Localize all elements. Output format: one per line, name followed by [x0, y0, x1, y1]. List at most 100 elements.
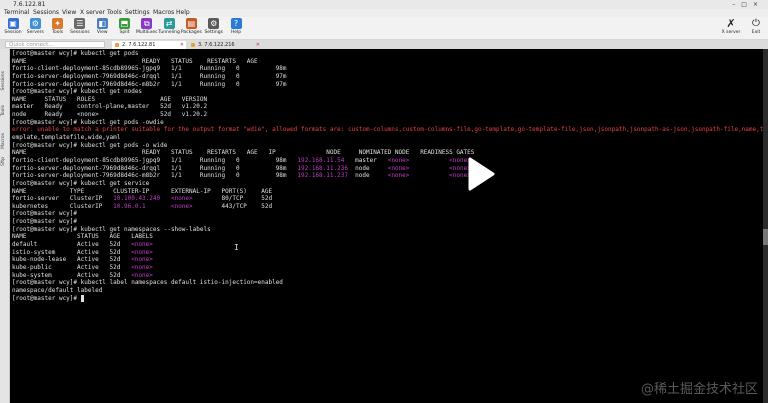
terminal-text: fortio-server-deployment-7969d8d46c-drqq…	[12, 164, 298, 172]
terminal-line: emplate,templatefile,wide,yaml	[12, 134, 763, 142]
exit-button[interactable]: ⏻ Exit	[748, 18, 764, 35]
terminal-icon	[115, 43, 119, 47]
tunneling-icon: ⇄	[163, 18, 175, 29]
multiexec-icon: ⧉	[141, 18, 153, 29]
terminal-line: NAME STATUS ROLES AGE VERSION	[12, 96, 763, 104]
terminal-text: 10.96.0.1	[113, 202, 146, 210]
terminal-line: kubernetes ClusterIP 10.96.0.1 <none> 44…	[12, 203, 763, 211]
terminal-text: <none>	[387, 172, 410, 180]
terminal-line: kube-node-lease Active 52d <none>	[12, 256, 763, 264]
terminal-cursor	[80, 294, 85, 302]
terminal-line: fortio-server ClusterIP 10.100.43.240 <n…	[12, 195, 763, 203]
terminal-text: kube-system Active 52d	[12, 271, 132, 279]
terminal-text: [root@master wcy]# kubectl get pods -owd…	[12, 118, 164, 126]
terminal-text: node	[347, 172, 388, 180]
sidebar-tab-tools[interactable]: Tools	[1, 105, 6, 116]
terminal-text: namespace/default labeled	[12, 286, 103, 294]
terminal-line: [root@master wcy]#	[12, 294, 763, 303]
menu-item-settings[interactable]: Settings	[125, 9, 150, 17]
terminal-line: fortio-server-deployment-7969d8d46c-drqq…	[12, 165, 763, 173]
terminal-line: NAME TYPE CLUSTER-IP EXTERNAL-IP PORT(S)…	[12, 188, 763, 196]
scrollbar-thumb[interactable]	[763, 229, 768, 245]
terminal-icon	[191, 43, 195, 47]
exit-label: Exit	[751, 30, 761, 35]
terminal-text: [root@master wcy]#	[12, 294, 81, 302]
terminal-text: kube-node-lease Active 52d	[12, 256, 132, 264]
terminal-text: NAME STATUS ROLES AGE VERSION	[12, 95, 208, 103]
terminal-line: [root@master wcy]# kubectl get service	[12, 180, 763, 188]
terminal-text: 192.168.11.54	[297, 156, 345, 164]
sidebar-tab-macros[interactable]: Macros	[1, 133, 6, 149]
terminal-line: [root@master wcy]#	[12, 218, 763, 226]
terminal-text: 192.168.11.237	[297, 172, 348, 180]
terminal-text: fortio-server ClusterIP	[12, 195, 114, 203]
menu-item-tools[interactable]: Tools	[107, 9, 122, 17]
terminal-line: namespace/default labeled	[12, 287, 763, 295]
window-controls[interactable]: –□×	[732, 0, 764, 9]
terminal-text: fortio-client-deployment-85cdb89965-jgpq…	[12, 65, 287, 73]
view-icon: ◧	[96, 18, 108, 29]
sidebar-tab-sftp[interactable]: Sftp	[1, 157, 6, 166]
terminal-text: <none>	[131, 271, 153, 279]
terminal-text: <none>	[387, 164, 410, 172]
terminal-text: NAME READY STATUS RESTARTS AGE IP NODE N…	[12, 149, 475, 157]
terminal-text: [root@master wcy]# kubectl get service	[12, 179, 150, 187]
terminal-text: 80/TCP 52d	[192, 195, 273, 203]
terminal-text: fortio-server-deployment-7969d8d46c-m8b2…	[12, 80, 287, 88]
terminal-line: [root@master wcy]# kubectl get pods -o w…	[12, 142, 763, 150]
menu-item-sessions[interactable]: Sessions	[33, 9, 59, 17]
terminal-text: emplate,templatefile,wide,yaml	[12, 134, 121, 142]
terminal-line: fortio-server-deployment-7969d8d46c-m8b2…	[12, 172, 763, 180]
terminal-scrollbar[interactable]	[763, 49, 768, 403]
terminal-line: NAME READY STATUS RESTARTS AGE	[12, 58, 763, 66]
xserver-label: X server	[721, 30, 741, 35]
terminal-line: [root@master wcy]# kubectl label namespa…	[12, 279, 763, 287]
window-title: 7.6.122.81	[13, 1, 46, 8]
terminal-line: NAME READY STATUS RESTARTS AGE IP NODE N…	[12, 149, 763, 157]
menu-item-macros[interactable]: Macros	[153, 9, 174, 17]
terminal-text: <none>	[170, 195, 193, 203]
terminal-text: [root@master wcy]#	[12, 210, 78, 218]
tab-session-1[interactable]: 2. 7.6.122.81 ✕	[112, 41, 186, 49]
terminal-line: [root@master wcy]# kubectl get pods	[12, 50, 763, 58]
power-icon: ⏻	[752, 18, 760, 29]
terminal-output: [root@master wcy]# kubectl get pods NAME …	[12, 50, 763, 302]
menu-item-x-server[interactable]: X server	[80, 9, 105, 17]
xserver-icon: ✗	[726, 17, 736, 30]
menu-item-view[interactable]: View	[62, 9, 76, 17]
toolbar-help-button[interactable]: ? Help	[225, 18, 247, 39]
terminal-text: <none>	[131, 248, 153, 256]
close-icon[interactable]: ✕	[256, 41, 260, 49]
close-icon[interactable]: ✕	[180, 41, 184, 49]
terminal-text: fortio-client-deployment-85cdb89965-jgpq…	[12, 156, 298, 164]
terminal-line: master Ready control-plane,master 52d v1…	[12, 103, 763, 111]
terminal-text: <none>	[170, 202, 193, 210]
terminal-line: node Ready <none> 52d v1.20.2	[12, 111, 763, 119]
servers-icon: ⚙	[29, 18, 41, 29]
terminal-text: 443/TCP 52d	[192, 202, 273, 210]
watermark-text: @稀土掘金技术社区	[640, 382, 758, 397]
menu-item-terminal[interactable]: Terminal	[4, 9, 29, 17]
tab-session-2[interactable]: 3. 7.6.122.216 ✕	[188, 41, 262, 49]
terminal-line: kube-public Active 52d <none>	[12, 264, 763, 272]
terminal-text: master Ready control-plane,master 52d v1…	[12, 103, 208, 111]
terminal-text: [root@master wcy]# kubectl get pods	[12, 50, 139, 57]
terminal-line: fortio-client-deployment-85cdb89965-jgpq…	[12, 65, 763, 73]
terminal-text: <none>	[131, 263, 153, 271]
toolbar: ✗ X server ⏻ Exit ▣ Session ⚙ Servers ✦ Tools…	[0, 17, 768, 40]
terminal-text: NAME STATUS AGE LABELS	[12, 233, 153, 241]
quick-connect-input[interactable]: Quick connect...	[5, 41, 105, 48]
terminal-text: 10.100.43.240	[113, 195, 161, 203]
tab-label: 2. 7.6.122.81	[122, 42, 156, 48]
terminal-pane[interactable]: [root@master wcy]# kubectl get pods NAME …	[10, 49, 767, 403]
sessions-icon: ☰	[74, 18, 86, 29]
terminal-text: [root@master wcy]# kubectl get namespace…	[12, 225, 211, 233]
xserver-button[interactable]: ✗ X server	[716, 17, 746, 36]
play-icon[interactable]	[466, 156, 496, 192]
sidebar-tab-sessions[interactable]: Sessions	[1, 71, 6, 91]
menu-item-help[interactable]: Help	[176, 9, 190, 17]
terminal-text: NAME TYPE CLUSTER-IP EXTERNAL-IP PORT(S)…	[12, 187, 273, 195]
terminal-text: <none>	[387, 156, 410, 164]
